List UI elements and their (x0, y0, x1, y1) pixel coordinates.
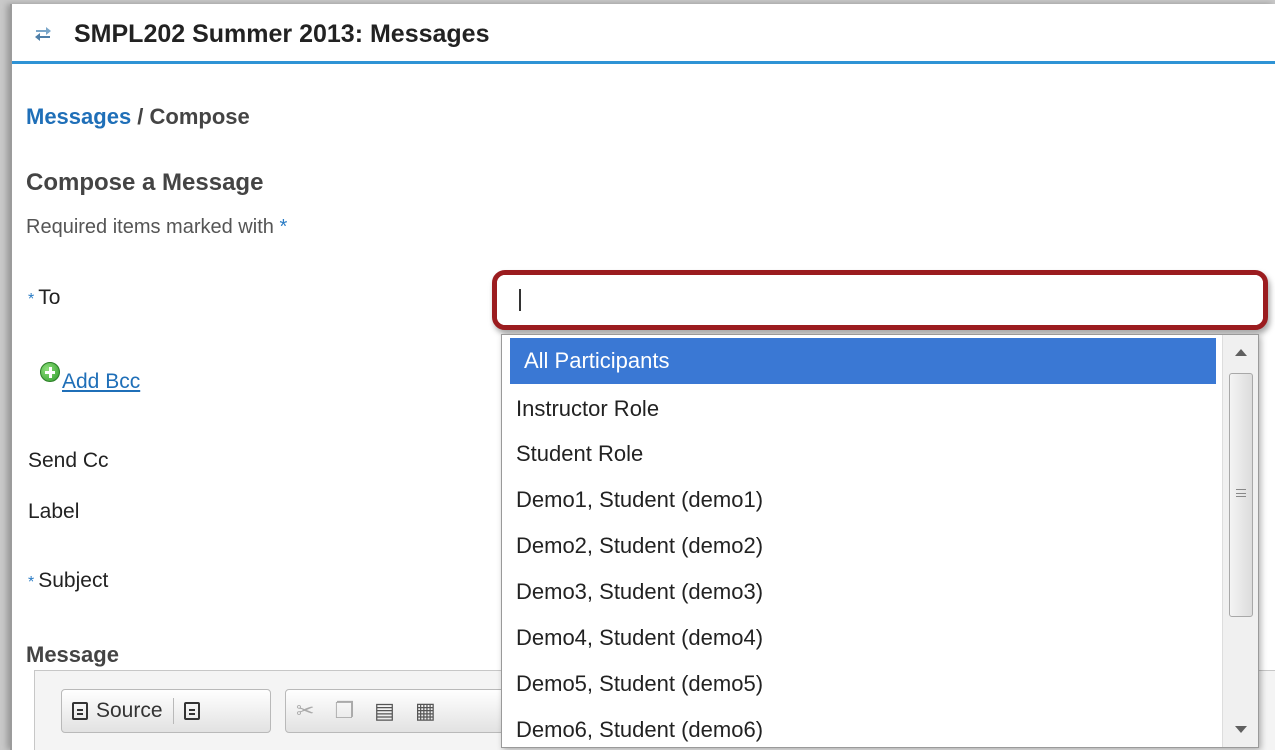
paste-text-button[interactable]: ▦ (405, 690, 446, 732)
dropdown-option-demo4[interactable]: Demo4, Student (demo4) (502, 615, 1210, 661)
required-note-text: Required items marked with (26, 216, 280, 238)
scroll-grip-icon (1236, 489, 1246, 497)
breadcrumb: Messages / Compose (26, 104, 250, 130)
document-icon (183, 702, 200, 720)
source-button-label: Source (96, 699, 163, 722)
section-title: Compose a Message (26, 169, 264, 196)
paste-icon: ▤ (374, 698, 395, 723)
copy-icon: ❐ (334, 698, 355, 723)
dropdown-option-all-participants[interactable]: All Participants (510, 338, 1216, 384)
sync-arrows-icon[interactable] (32, 22, 54, 46)
plus-circle-icon[interactable] (40, 362, 60, 382)
paste-button[interactable]: ▤ (364, 690, 405, 732)
copy-button[interactable]: ❐ (324, 690, 364, 732)
required-star: * (28, 574, 35, 591)
required-star: * (279, 216, 288, 238)
toolbar-group-clipboard: ✂ ❐ ▤ ▦ (285, 689, 515, 733)
send-cc-label: Send Cc (28, 449, 109, 472)
add-bcc[interactable]: Add Bcc (40, 362, 140, 394)
recipient-dropdown[interactable]: All Participants Instructor Role Student… (501, 334, 1259, 748)
dropdown-scrollbar[interactable] (1222, 335, 1258, 747)
dropdown-option-demo1[interactable]: Demo1, Student (demo1) (502, 477, 1210, 523)
breadcrumb-messages-link[interactable]: Messages (26, 104, 131, 129)
cut-button[interactable]: ✂ (286, 690, 324, 732)
subject-label-text: Subject (38, 569, 109, 592)
scroll-thumb[interactable] (1229, 373, 1253, 617)
dropdown-option-demo2[interactable]: Demo2, Student (demo2) (502, 523, 1210, 569)
paste-text-icon: ▦ (414, 698, 436, 723)
scissors-icon: ✂ (296, 698, 315, 723)
add-bcc-link[interactable]: Add Bcc (62, 370, 140, 394)
subject-label: * Subject (28, 569, 108, 593)
templates-button[interactable] (174, 690, 210, 732)
dropdown-option-demo3[interactable]: Demo3, Student (demo3) (502, 569, 1210, 615)
to-field-highlight (492, 270, 1268, 330)
to-label: * To (28, 286, 60, 310)
app-window: SMPL202 Summer 2013: Messages Messages /… (10, 4, 1275, 750)
text-caret (519, 289, 521, 311)
scroll-up-icon[interactable] (1235, 349, 1247, 356)
breadcrumb-current: Compose (149, 104, 250, 129)
title-bar: SMPL202 Summer 2013: Messages (12, 4, 1275, 64)
source-icon (72, 702, 88, 720)
message-label: Message (26, 642, 119, 667)
breadcrumb-separator: / (131, 104, 150, 129)
dropdown-option-instructor-role[interactable]: Instructor Role (502, 386, 1210, 432)
label-label: Label (28, 500, 80, 523)
source-button[interactable]: Source (62, 690, 173, 732)
scroll-down-icon[interactable] (1235, 726, 1247, 733)
required-star: * (28, 291, 35, 308)
page-title: SMPL202 Summer 2013: Messages (74, 20, 490, 48)
required-note: Required items marked with * (26, 216, 287, 239)
to-input[interactable] (497, 275, 1263, 325)
dropdown-option-student-role[interactable]: Student Role (502, 431, 1210, 477)
to-label-text: To (38, 286, 61, 309)
dropdown-option-demo6[interactable]: Demo6, Student (demo6) (502, 707, 1210, 747)
toolbar-group-source: Source (61, 689, 271, 733)
dropdown-option-demo5[interactable]: Demo5, Student (demo5) (502, 661, 1210, 707)
